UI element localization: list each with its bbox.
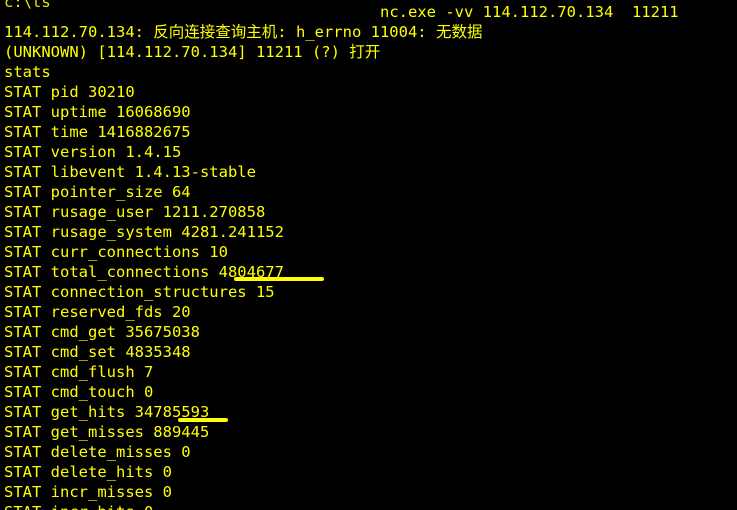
output-line: STAT delete_hits 0 [4,463,172,481]
highlight-underline-total-connections [234,277,324,281]
output-line: STAT reserved_fds 20 [4,303,191,321]
output-line: STAT pid 30210 [4,83,135,101]
terminal-window[interactable]: c:\ts nc.exe -vv 114.112.70.134 11211 11… [0,0,737,510]
output-line: STAT time 1416882675 [4,123,191,141]
command-line: nc.exe -vv 114.112.70.134 11211 [380,3,679,21]
output-line: STAT cmd_set 4835348 [4,343,191,361]
output-line: STAT rusage_user 1211.270858 [4,203,266,221]
output-line: STAT rusage_system 4281.241152 [4,223,284,241]
output-line: STAT pointer_size 64 [4,183,191,201]
output-line: STAT cmd_flush 7 [4,363,154,381]
output-line: STAT incr_misses 0 [4,483,172,501]
output-line: STAT uptime 16068690 [4,103,191,121]
output-line: STAT cmd_get 35675038 [4,323,200,341]
output-line: (UNKNOWN) [114.112.70.134] 11211 (?) 打开 [4,43,381,61]
output-line: STAT incr_hits 0 [4,502,153,510]
output-line: 114.112.70.134: 反向连接查询主机: h_errno 11004:… [4,23,483,41]
output-line: STAT delete_misses 0 [4,443,191,461]
output-line: STAT libevent 1.4.13-stable [4,163,256,181]
output-line: STAT get_misses 889445 [4,423,210,441]
output-line: STAT cmd_touch 0 [4,383,154,401]
output-line: STAT curr_connections 10 [4,243,228,261]
highlight-underline-get-hits [178,418,228,422]
output-line: STAT version 1.4.15 [4,143,182,161]
output-line: STAT connection_structures 15 [4,283,275,301]
prompt-partial: c:\ts [4,0,51,11]
output-line: stats [4,63,51,81]
